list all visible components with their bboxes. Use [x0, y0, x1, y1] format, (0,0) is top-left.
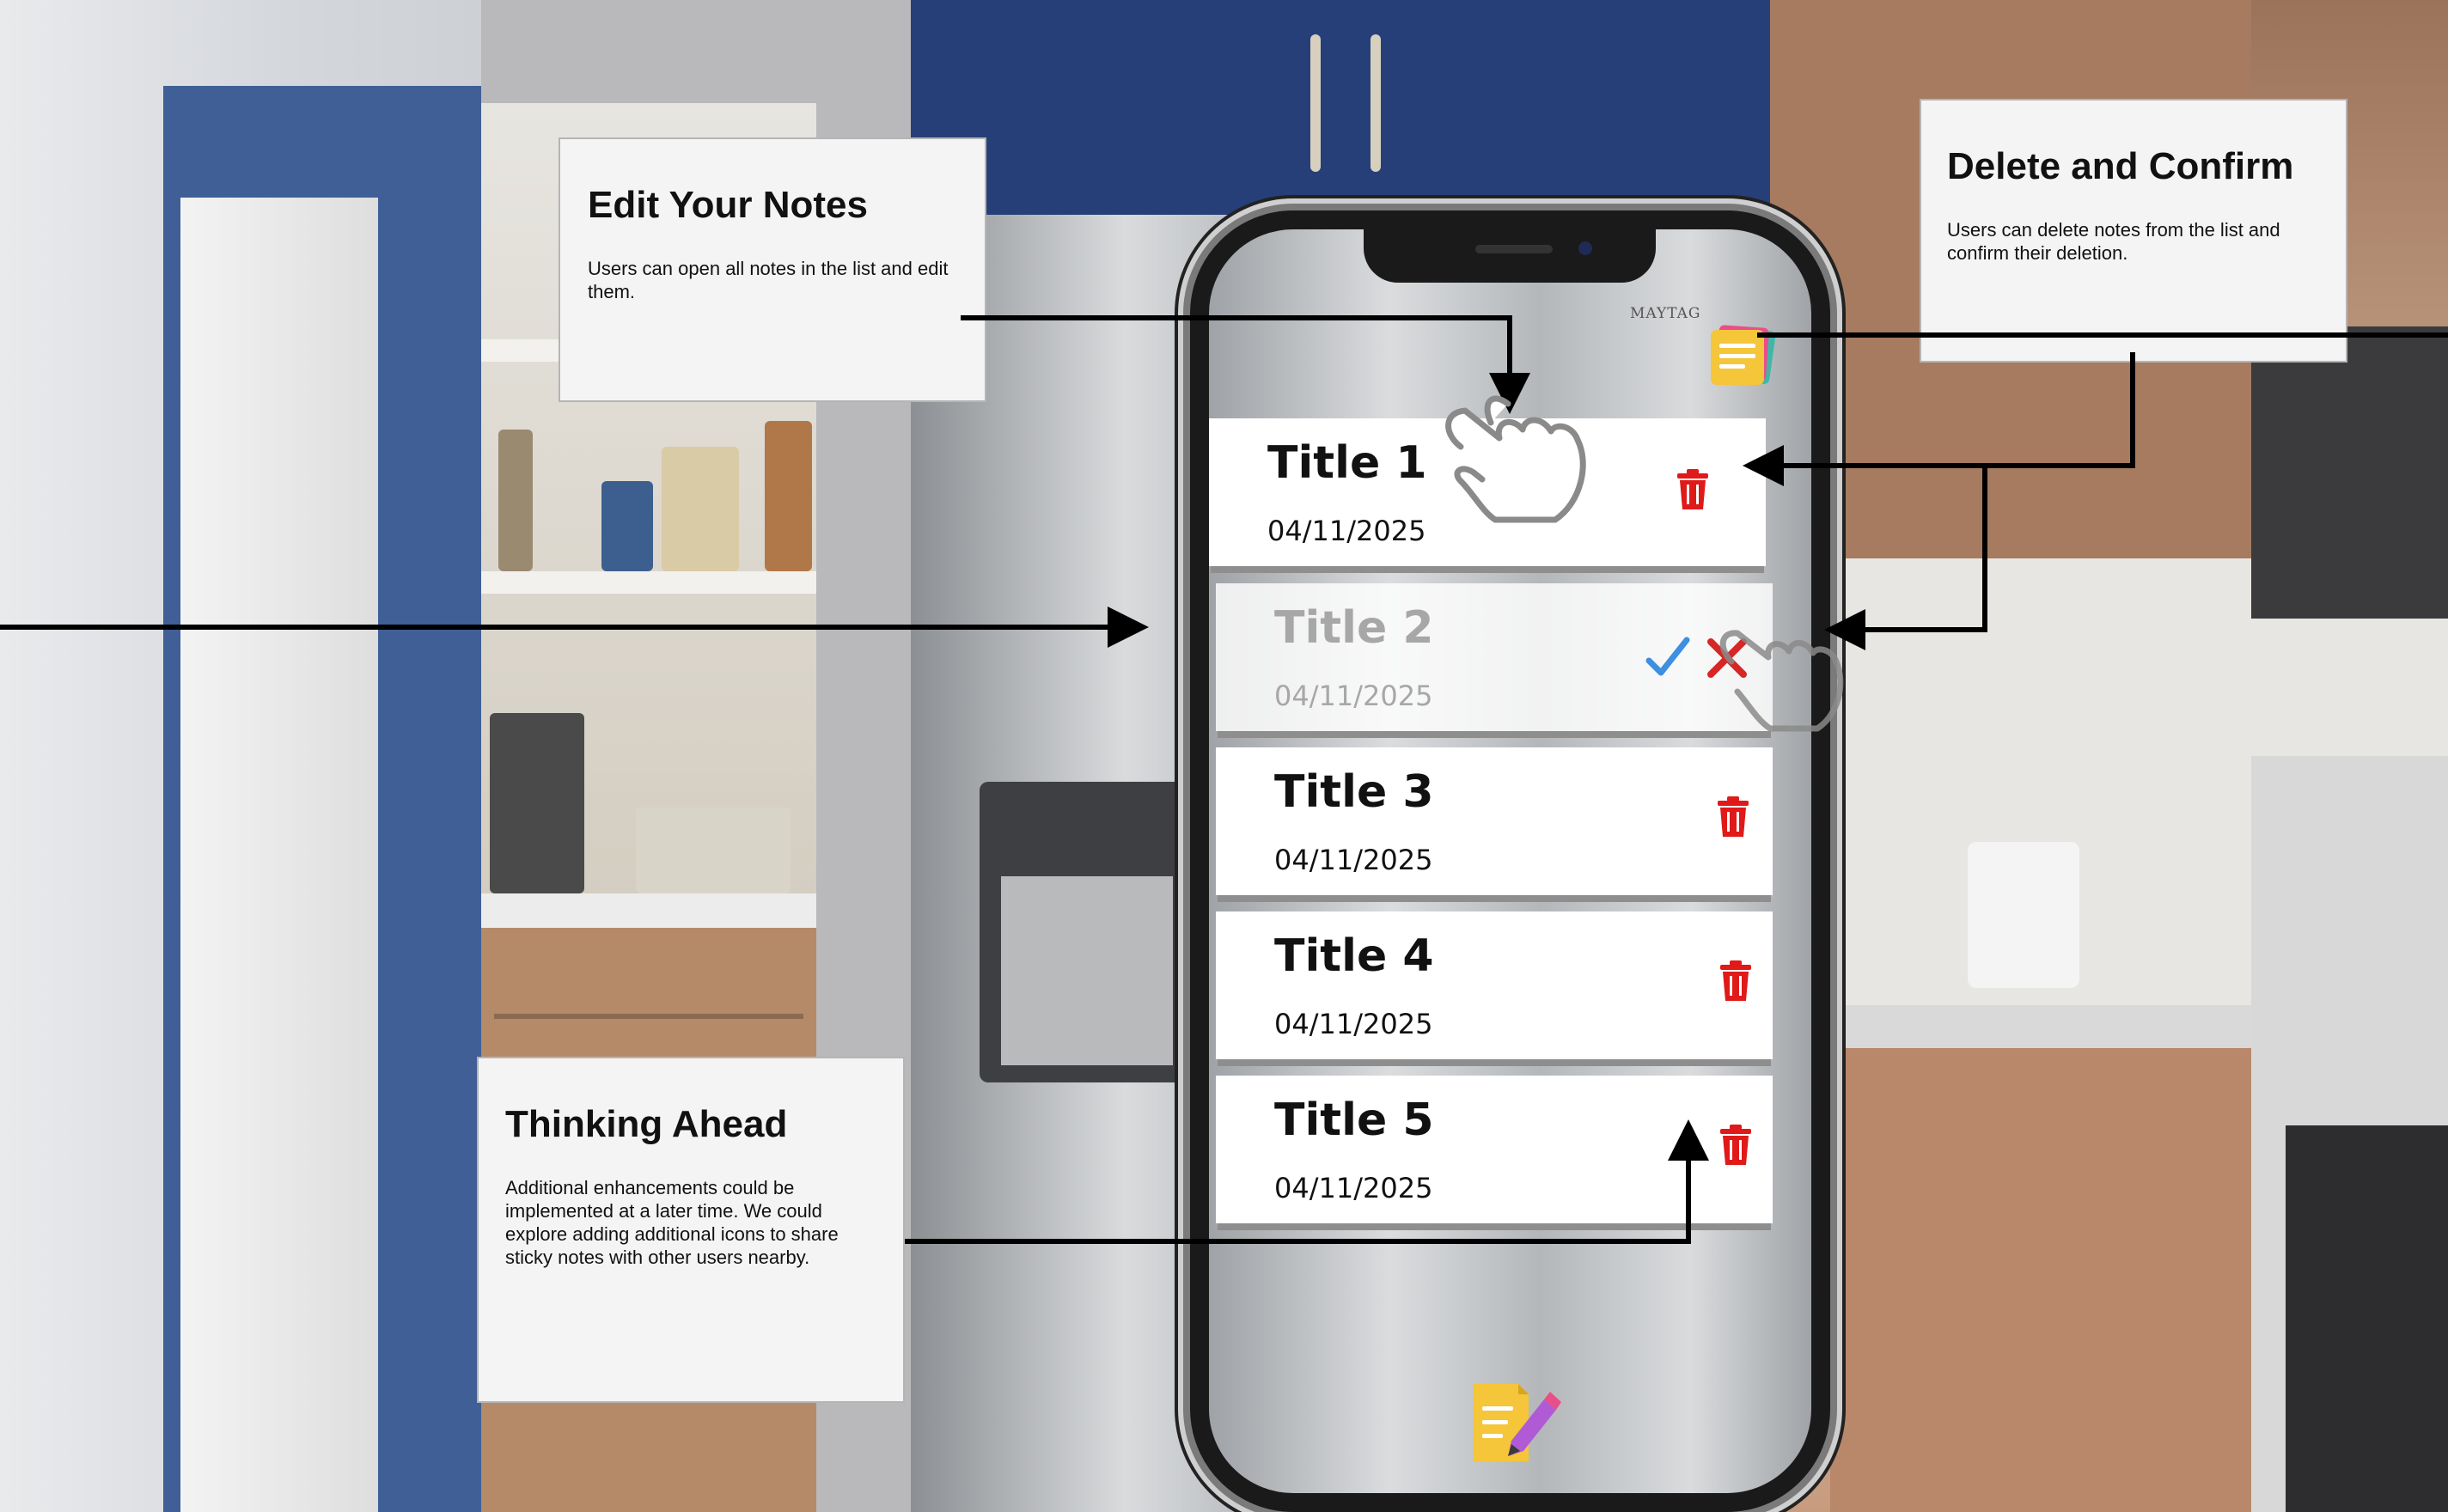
background-drawers-right — [1830, 1048, 2268, 1512]
note-item-1[interactable]: Title 1 04/11/2025 — [1209, 418, 1766, 566]
note-date: 04/11/2025 — [1274, 844, 1433, 876]
background-dispenser-inner — [1001, 876, 1173, 1065]
callout-title: Thinking Ahead — [505, 1103, 788, 1145]
phone-speaker — [1475, 245, 1553, 253]
trash-icon[interactable] — [1716, 796, 1750, 838]
background-door-panel — [180, 198, 378, 1512]
background-utensil-jar — [1968, 842, 2079, 988]
note-date: 04/11/2025 — [1267, 515, 1426, 547]
background-pantry-item — [662, 447, 739, 571]
background-containers — [636, 808, 791, 893]
note-item-2[interactable]: Title 2 04/11/2025 — [1216, 583, 1773, 731]
background-pantry-item — [765, 421, 812, 571]
background-upper-cabinet — [911, 0, 1770, 215]
sticky-notes-stack-icon[interactable] — [1707, 320, 1776, 393]
background-pantry-item — [601, 481, 653, 571]
phone-camera — [1578, 241, 1592, 255]
note-title: Title 1 — [1267, 437, 1427, 489]
note-date: 04/11/2025 — [1274, 1172, 1433, 1204]
background-cabinet-handle — [1310, 34, 1321, 172]
callout-body: Additional enhancements could be impleme… — [505, 1177, 839, 1268]
background-counter-right — [1770, 1005, 2268, 1048]
background-counter — [481, 893, 816, 928]
background-pantry-item — [498, 430, 533, 571]
note-item-4[interactable]: Title 4 04/11/2025 — [1216, 911, 1773, 1059]
note-title: Title 3 — [1274, 766, 1434, 818]
confirm-delete-check-icon[interactable] — [1645, 635, 1690, 678]
background-shelf — [481, 571, 816, 594]
callout-edit-notes: Edit Your Notes Users can open all notes… — [559, 137, 986, 402]
phone-mockup: MAYTAG Title 1 04/11/2025 Title 2 04/11/… — [1190, 210, 1830, 1512]
background-microwave — [2251, 326, 2448, 619]
note-item-5[interactable]: Title 5 04/11/2025 — [1216, 1076, 1773, 1223]
callout-body: Users can open all notes in the list and… — [588, 258, 949, 302]
trash-icon[interactable] — [1718, 1124, 1753, 1167]
trash-icon[interactable] — [1718, 960, 1753, 1003]
callout-title: Delete and Confirm — [1947, 145, 2294, 187]
note-date: 04/11/2025 — [1274, 1008, 1433, 1040]
background-oven-window — [2286, 1125, 2448, 1512]
cancel-delete-x-icon[interactable] — [1706, 637, 1749, 680]
background-blender — [490, 713, 584, 893]
fridge-brand-label: MAYTAG — [1630, 305, 1701, 322]
callout-thinking-ahead: Thinking Ahead Additional enhancements c… — [477, 1057, 905, 1403]
callout-body: Users can delete notes from the list and… — [1947, 219, 2280, 264]
new-note-pencil-icon[interactable] — [1467, 1372, 1561, 1466]
trash-icon[interactable] — [1676, 468, 1710, 511]
note-item-3[interactable]: Title 3 04/11/2025 — [1216, 747, 1773, 895]
note-title: Title 2 — [1274, 602, 1434, 654]
note-title: Title 5 — [1274, 1094, 1434, 1146]
background-drawer-line — [494, 1014, 803, 1019]
callout-title: Edit Your Notes — [588, 184, 868, 226]
callout-delete-confirm: Delete and Confirm Users can delete note… — [1920, 99, 2347, 363]
phone-notch — [1364, 229, 1656, 283]
note-date: 04/11/2025 — [1274, 680, 1433, 712]
background-cabinet-handle — [1371, 34, 1381, 172]
note-title: Title 4 — [1274, 930, 1434, 982]
